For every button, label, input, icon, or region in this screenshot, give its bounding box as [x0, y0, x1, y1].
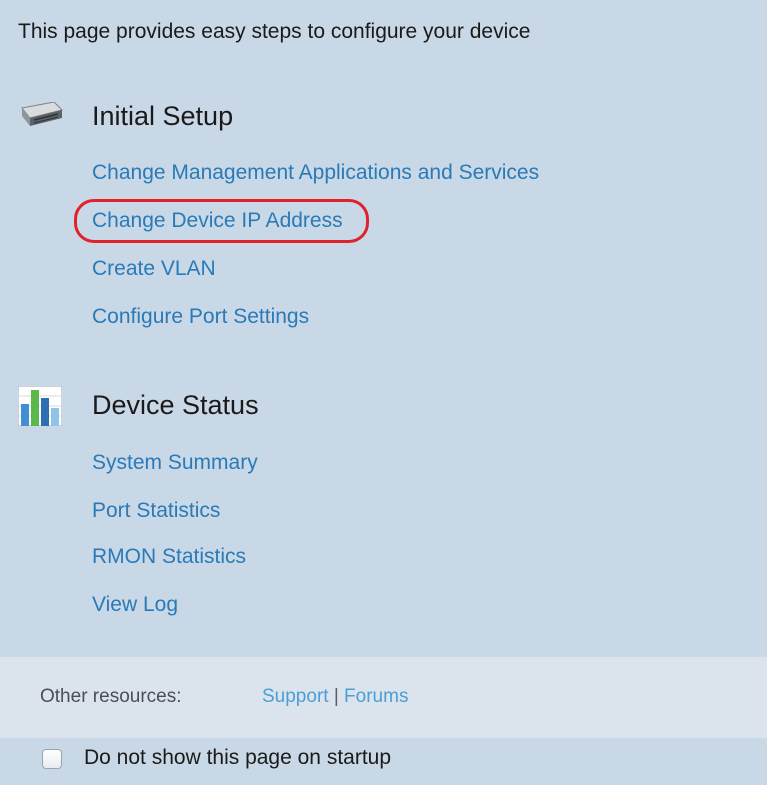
other-resources-label: Other resources:	[40, 686, 182, 707]
startup-footer: Do not show this page on startup	[0, 738, 767, 785]
link-change-device-ip-address[interactable]: Change Device IP Address	[74, 199, 369, 243]
link-configure-port-settings[interactable]: Configure Port Settings	[92, 305, 309, 329]
hide-on-startup-checkbox[interactable]	[42, 749, 62, 769]
other-resources-bar: Other resources: Support | Forums	[0, 656, 767, 739]
forums-link[interactable]: Forums	[344, 686, 408, 707]
page-intro-text: This page provides easy steps to configu…	[18, 20, 531, 43]
link-change-management-apps[interactable]: Change Management Applications and Servi…	[92, 161, 539, 185]
link-system-summary[interactable]: System Summary	[92, 451, 258, 475]
getting-started-page: This page provides easy steps to configu…	[0, 0, 767, 785]
hide-on-startup-label[interactable]: Do not show this page on startup	[84, 746, 391, 770]
bar-chart-icon	[17, 385, 63, 431]
device-status-title: Device Status	[92, 390, 259, 420]
resources-links: Support | Forums	[262, 686, 408, 708]
switch-device-icon	[18, 101, 64, 133]
resources-separator: |	[333, 686, 339, 707]
support-link[interactable]: Support	[262, 686, 329, 707]
initial-setup-title: Initial Setup	[92, 101, 234, 131]
link-create-vlan[interactable]: Create VLAN	[92, 257, 216, 281]
link-port-statistics[interactable]: Port Statistics	[92, 499, 220, 523]
link-rmon-statistics[interactable]: RMON Statistics	[92, 545, 246, 569]
link-view-log[interactable]: View Log	[92, 593, 178, 617]
